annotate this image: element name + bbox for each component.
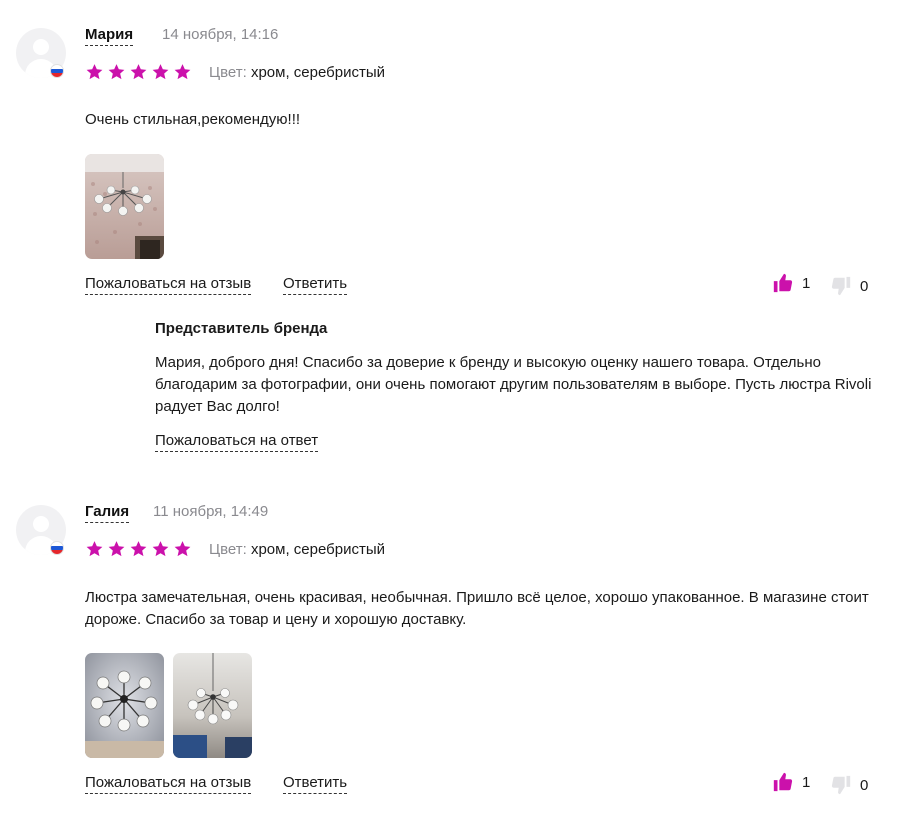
review-date: 11 ноября, 14:49 — [153, 503, 269, 520]
russia-flag-icon — [50, 64, 64, 78]
like-button[interactable]: 1 — [772, 272, 810, 294]
report-review-link[interactable]: Пожаловаться на отзыв — [85, 275, 252, 295]
review-photo[interactable] — [85, 154, 164, 259]
product-color: Цвет: хром, серебристый — [209, 64, 385, 82]
dislikes-count: 0 — [860, 277, 869, 295]
dislikes-count: 0 — [860, 776, 869, 794]
star-icon — [86, 541, 103, 557]
reply-link[interactable]: Ответить — [283, 774, 348, 794]
rating-stars — [85, 540, 192, 558]
dislike-button[interactable]: 0 — [830, 774, 868, 796]
review-date: 14 ноября, 14:16 — [162, 26, 279, 43]
thumbs-up-icon — [773, 772, 793, 792]
star-icon — [108, 541, 125, 557]
star-icon — [174, 64, 191, 80]
review-photo[interactable] — [173, 653, 252, 758]
star-icon — [152, 64, 169, 80]
review-text: Очень стильная,рекомендую!!! — [85, 111, 301, 128]
star-icon — [130, 541, 147, 557]
rating-stars — [85, 63, 192, 81]
color-label: Цвет: — [209, 541, 247, 558]
reply-link[interactable]: Ответить — [283, 275, 348, 295]
thumbs-down-icon — [831, 276, 851, 296]
star-icon — [130, 64, 147, 80]
review-text: Люстра замечательная, очень красивая, не… — [85, 589, 869, 628]
color-label: Цвет: — [209, 64, 247, 81]
brand-reply-title: Представитель бренда — [155, 320, 328, 337]
dislike-button[interactable]: 0 — [830, 275, 868, 297]
review-photo[interactable] — [85, 653, 164, 758]
russia-flag-icon — [50, 541, 64, 555]
color-value: хром, серебристый — [250, 64, 385, 81]
likes-count: 1 — [802, 274, 811, 292]
product-color: Цвет: хром, серебристый — [209, 541, 385, 559]
star-icon — [152, 541, 169, 557]
thumbs-up-icon — [773, 273, 793, 293]
star-icon — [174, 541, 191, 557]
review-author[interactable]: Галия — [85, 503, 130, 523]
star-icon — [86, 64, 103, 80]
color-value: хром, серебристый — [250, 541, 385, 558]
thumbs-down-icon — [831, 775, 851, 795]
report-review-link[interactable]: Пожаловаться на отзыв — [85, 774, 252, 794]
likes-count: 1 — [802, 773, 811, 791]
like-button[interactable]: 1 — [772, 771, 810, 793]
report-reply-link[interactable]: Пожаловаться на ответ — [155, 432, 319, 452]
star-icon — [108, 64, 125, 80]
brand-reply-text: Мария, доброго дня! Спасибо за доверие к… — [155, 354, 872, 415]
review-author[interactable]: Мария — [85, 26, 134, 46]
